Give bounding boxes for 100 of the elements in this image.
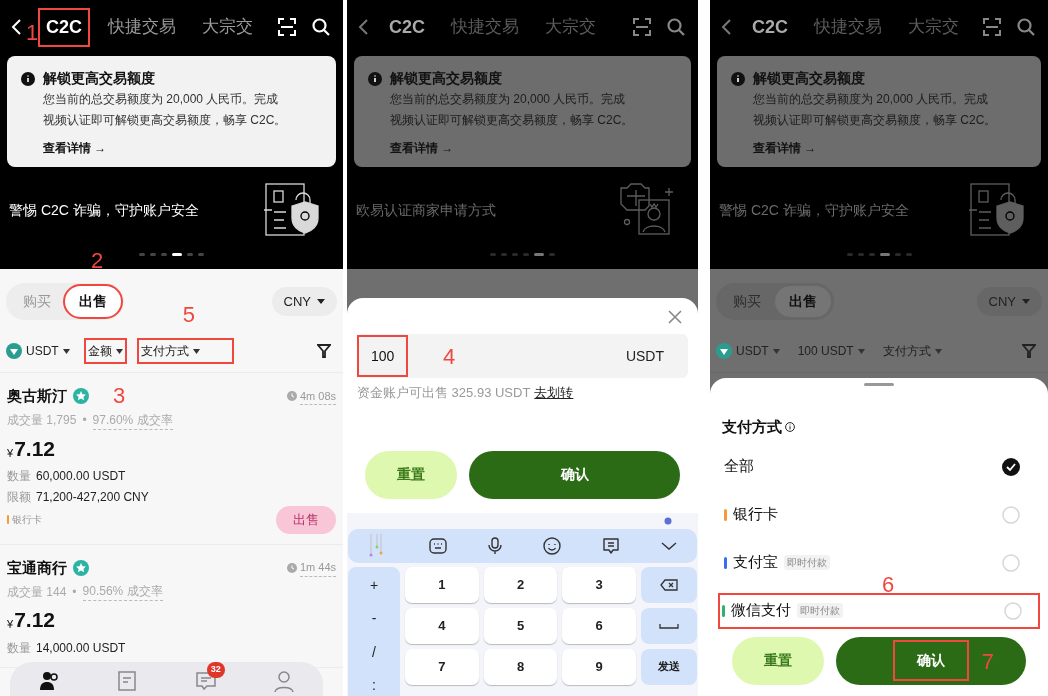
merchant-name: 宝通商行 bbox=[7, 557, 67, 578]
notice-text: 视频认证即可解锁更高交易额度，畅享 C2C。 bbox=[42, 112, 288, 129]
tab[interactable]: C2C bbox=[746, 9, 794, 45]
key[interactable]: + bbox=[348, 574, 400, 596]
search-icon bbox=[1016, 17, 1036, 37]
key[interactable]: : bbox=[348, 675, 400, 696]
field-value: 14,000.00 USDT bbox=[36, 639, 126, 657]
annotation-number: 4 bbox=[443, 346, 456, 368]
side-tab[interactable]: 出售 bbox=[775, 286, 831, 317]
notice-text: 您当前的总交易额度为 20,000 人民币。完成 bbox=[752, 91, 990, 108]
currency-label: CNY bbox=[988, 292, 1016, 311]
annotation-number: 6 bbox=[882, 573, 895, 596]
payment-option[interactable]: 全部 bbox=[722, 450, 1036, 483]
details-link[interactable]: 查看详情 → bbox=[21, 139, 322, 157]
backspace-key[interactable] bbox=[641, 566, 697, 603]
merchant-name: 奥古斯汀 bbox=[7, 386, 67, 406]
key[interactable]: 3 bbox=[562, 566, 636, 603]
drag-handle[interactable] bbox=[864, 383, 894, 386]
people-icon bbox=[38, 670, 61, 692]
completion-rate: 97.60% 成交率 bbox=[92, 410, 173, 430]
option-label: 微信支付 bbox=[731, 600, 791, 621]
tab[interactable]: C2C bbox=[40, 9, 88, 45]
price: 7.12 bbox=[14, 435, 55, 462]
backspace-icon bbox=[660, 578, 678, 591]
details-link[interactable]: 查看详情 → bbox=[731, 139, 1027, 157]
currency-symbol: ¥ bbox=[7, 617, 14, 632]
field-label: 数量 bbox=[7, 639, 31, 657]
key[interactable]: - bbox=[348, 608, 400, 630]
coin-icon bbox=[716, 343, 732, 359]
key[interactable]: 4 bbox=[405, 607, 479, 644]
filter-dropdown[interactable]: USDT bbox=[4, 340, 72, 362]
caret-icon bbox=[857, 348, 865, 354]
currency-dropdown[interactable]: CNY bbox=[271, 286, 337, 317]
search-icon bbox=[666, 17, 686, 37]
field-value: 60,000.00 USDT bbox=[36, 468, 126, 485]
notice-text: 您当前的总交易额度为 20,000 人民币。完成 bbox=[42, 91, 280, 108]
confirm-button[interactable]: 确认 bbox=[469, 450, 680, 499]
key[interactable]: 5 bbox=[483, 607, 558, 644]
payment-method: 银行卡 bbox=[12, 513, 42, 528]
filter-icon bbox=[1022, 344, 1036, 358]
scan-icon bbox=[982, 17, 1002, 37]
key[interactable]: 9 bbox=[562, 648, 636, 685]
completion-rate: 90.56% 成交率 bbox=[82, 582, 163, 601]
scan-icon bbox=[277, 17, 297, 37]
sell-button[interactable]: 出售 bbox=[276, 506, 336, 534]
close-button[interactable] bbox=[668, 310, 682, 324]
emoji-icon bbox=[542, 536, 561, 555]
notice-text: 您当前的总交易额度为 20,000 人民币。完成 bbox=[389, 91, 627, 108]
clock-icon bbox=[286, 562, 297, 573]
notification-badge: 32 bbox=[206, 662, 225, 678]
countdown-timer: 1m 44s bbox=[299, 559, 336, 577]
payment-option[interactable]: 微信支付 即时付款 bbox=[720, 594, 1038, 627]
notice-text: 视频认证即可解锁更高交易额度，畅享 C2C。 bbox=[389, 112, 635, 129]
field-label: 数量 bbox=[7, 468, 31, 485]
nav-tab[interactable] bbox=[38, 670, 61, 692]
back-icon bbox=[720, 18, 732, 36]
caret-icon bbox=[934, 348, 942, 354]
filter-dropdown[interactable]: 金额 bbox=[85, 340, 125, 362]
payment-option[interactable]: 银行卡 bbox=[722, 498, 1036, 531]
back-icon bbox=[357, 18, 369, 36]
reset-button[interactable]: 重置 bbox=[365, 450, 457, 499]
currency-symbol: ¥ bbox=[7, 445, 14, 461]
key[interactable]: 1 bbox=[405, 566, 479, 603]
banner-text: 警惕 C2C 诈骗，守护账户安全 bbox=[9, 200, 199, 220]
option-label: 支付宝 bbox=[733, 552, 778, 573]
separator-dot: • bbox=[82, 412, 87, 429]
trade-volume: 成交量 144 bbox=[7, 583, 67, 601]
transfer-link[interactable]: 去划转 bbox=[534, 383, 574, 403]
side-tab[interactable]: 出售 bbox=[65, 286, 121, 317]
tab[interactable]: 快捷交易 bbox=[102, 10, 182, 44]
voice-indicator-icon bbox=[664, 516, 672, 525]
caret-icon bbox=[317, 299, 325, 304]
key[interactable]: 8 bbox=[483, 648, 558, 685]
caret-icon bbox=[772, 348, 780, 354]
info-icon bbox=[731, 71, 745, 86]
clock-icon bbox=[286, 391, 297, 402]
tab[interactable]: 大宗交 bbox=[196, 10, 259, 44]
separator-dot: • bbox=[72, 583, 77, 601]
tab[interactable]: C2C bbox=[383, 9, 431, 45]
available-balance-text: 资金账户可出售 325.93 USDT bbox=[357, 384, 531, 402]
key[interactable]: / bbox=[348, 641, 400, 663]
person-icon bbox=[272, 670, 295, 692]
space-key[interactable] bbox=[641, 607, 697, 644]
chevron-down-icon bbox=[660, 540, 677, 551]
key[interactable]: 2 bbox=[483, 566, 558, 603]
field-label: 限额 bbox=[7, 489, 31, 506]
key[interactable]: 7 bbox=[405, 648, 479, 685]
price: 7.12 bbox=[14, 607, 55, 633]
chat-icon bbox=[194, 670, 217, 692]
notice-title: 解锁更高交易额度 bbox=[43, 69, 155, 88]
key[interactable]: 6 bbox=[562, 607, 636, 644]
reset-button[interactable]: 重置 bbox=[732, 636, 824, 685]
annotation-number: 3 bbox=[113, 385, 126, 408]
notice-text: 视频认证即可解锁更高交易额度，畅享 C2C。 bbox=[752, 112, 998, 129]
send-key[interactable]: 发送 bbox=[641, 648, 697, 685]
message-icon bbox=[601, 536, 620, 555]
details-link[interactable]: 查看详情 → bbox=[368, 139, 677, 157]
filter-dropdown[interactable]: 支付方式 bbox=[138, 340, 232, 362]
sheet-title: 支付方式 bbox=[722, 417, 782, 437]
caret-icon bbox=[1022, 299, 1030, 304]
